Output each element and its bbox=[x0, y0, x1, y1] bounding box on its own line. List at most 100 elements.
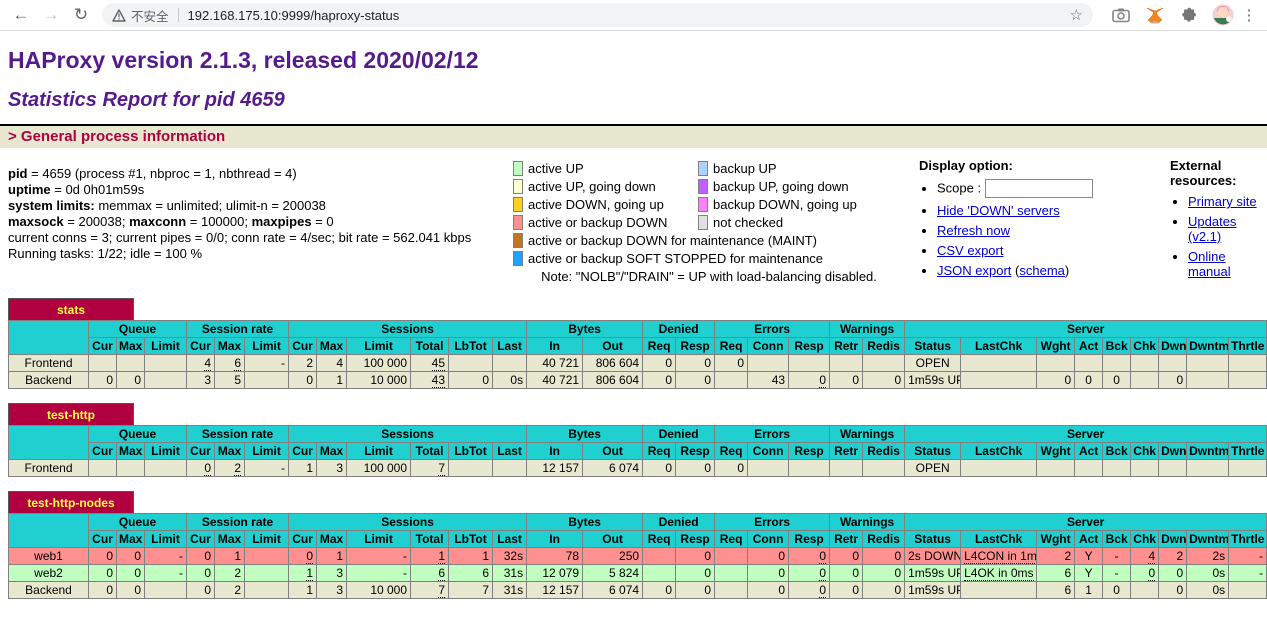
column-header: Act bbox=[1075, 338, 1103, 355]
address-bar[interactable]: 不安全 192.168.175.10:9999/haproxy-status ☆ bbox=[102, 3, 1093, 27]
cell bbox=[245, 565, 289, 582]
column-header: Act bbox=[1075, 531, 1103, 548]
cell bbox=[748, 460, 789, 477]
cell: 1 bbox=[289, 582, 317, 599]
column-header: Out bbox=[583, 443, 643, 460]
scope-label: Scope : bbox=[937, 181, 985, 196]
refresh-icon[interactable]: ↻ bbox=[68, 2, 94, 28]
cell: 0 bbox=[89, 548, 117, 565]
column-header: Wght bbox=[1037, 443, 1075, 460]
proxy-section-test-http: test-httpQueueSession rateSessionsBytesD… bbox=[8, 403, 1259, 477]
column-header: Status bbox=[905, 531, 961, 548]
bookmark-star-icon[interactable]: ☆ bbox=[1070, 6, 1083, 24]
column-header: Conn bbox=[748, 338, 789, 355]
column-header: Max bbox=[215, 338, 245, 355]
column-header: Last bbox=[493, 443, 527, 460]
column-header: Cur bbox=[187, 443, 215, 460]
json-schema-link[interactable]: schema bbox=[1019, 263, 1065, 278]
legend-label: backup UP bbox=[711, 161, 905, 176]
json-export-link[interactable]: JSON export bbox=[937, 263, 1011, 278]
column-header: Redis bbox=[863, 531, 905, 548]
cell: OPEN bbox=[905, 355, 961, 372]
general-info-row: pid = 4659 (process #1, nbproc = 1, nbth… bbox=[8, 154, 1259, 284]
external-resource-link[interactable]: Online manual bbox=[1188, 249, 1231, 279]
extensions-icon[interactable] bbox=[1177, 3, 1201, 27]
cell: 0 bbox=[449, 372, 493, 389]
column-group-header: Queue bbox=[89, 426, 187, 443]
cell: 6 074 bbox=[583, 460, 643, 477]
cell: 4 bbox=[1131, 548, 1159, 565]
column-header: Retr bbox=[830, 531, 863, 548]
column-header: Conn bbox=[748, 443, 789, 460]
column-header: Resp bbox=[676, 443, 715, 460]
cell: 0 bbox=[1159, 582, 1187, 599]
cell bbox=[449, 460, 493, 477]
column-header: Req bbox=[643, 338, 676, 355]
avatar[interactable] bbox=[1211, 3, 1235, 27]
proxy-section-stats: statsQueueSession rateSessionsBytesDenie… bbox=[8, 298, 1259, 389]
proxy-section-test-http-nodes: test-http-nodesQueueSession rateSessions… bbox=[8, 491, 1259, 599]
cell: 0 bbox=[117, 582, 145, 599]
display-option-link[interactable]: CSV export bbox=[937, 243, 1003, 258]
cell bbox=[1037, 355, 1075, 372]
column-header: Cur bbox=[89, 531, 117, 548]
metamask-icon[interactable] bbox=[1143, 3, 1167, 27]
stat-value: 7 bbox=[438, 583, 445, 598]
legend-swatch-icon bbox=[513, 179, 523, 194]
process-info-line: uptime = 0d 0h01m59s bbox=[8, 182, 513, 198]
column-header: Resp bbox=[789, 338, 830, 355]
legend-label: not checked bbox=[711, 215, 905, 230]
cell: 1 bbox=[289, 460, 317, 477]
cell bbox=[1131, 460, 1159, 477]
column-header: Limit bbox=[245, 338, 289, 355]
column-header: Resp bbox=[676, 338, 715, 355]
cell: 0 bbox=[1037, 372, 1075, 389]
cell: 1 bbox=[449, 548, 493, 565]
proxy-name-link[interactable]: test-http-nodes bbox=[27, 496, 114, 510]
process-info-line: Running tasks: 1/22; idle = 100 % bbox=[8, 246, 513, 262]
back-icon[interactable]: ← bbox=[8, 2, 34, 28]
stat-value: 4 bbox=[204, 356, 211, 371]
proxy-name-link[interactable]: stats bbox=[57, 303, 85, 317]
cell: 0 bbox=[830, 565, 863, 582]
column-header: In bbox=[527, 531, 583, 548]
legend-row: active UP, going downbackup UP, going do… bbox=[513, 177, 905, 195]
cell: 5 824 bbox=[583, 565, 643, 582]
column-header: Dwn bbox=[1159, 338, 1187, 355]
column-header: Bck bbox=[1103, 338, 1131, 355]
cell: 0 bbox=[676, 372, 715, 389]
display-option-link[interactable]: Refresh now bbox=[937, 223, 1010, 238]
column-header: Last bbox=[493, 338, 527, 355]
display-option-link[interactable]: Hide 'DOWN' servers bbox=[937, 203, 1060, 218]
cell bbox=[1229, 355, 1267, 372]
column-group-header: Warnings bbox=[830, 514, 905, 531]
display-options-title: Display option: bbox=[905, 154, 1130, 173]
cell: 2 bbox=[1159, 548, 1187, 565]
external-resource-link[interactable]: Primary site bbox=[1188, 194, 1257, 209]
column-header: Thrtle bbox=[1229, 443, 1267, 460]
proxy-name-link[interactable]: test-http bbox=[47, 408, 95, 422]
menu-icon[interactable]: ⋮ bbox=[1239, 6, 1259, 24]
cell: 6 bbox=[1037, 565, 1075, 582]
column-header: Dwntme bbox=[1187, 338, 1229, 355]
cell bbox=[1159, 355, 1187, 372]
cell: 0 bbox=[748, 548, 789, 565]
cell: 0 bbox=[789, 548, 830, 565]
column-group-header: Denied bbox=[643, 321, 715, 338]
cell bbox=[1103, 355, 1131, 372]
cell: 0 bbox=[863, 565, 905, 582]
cell: 6 074 bbox=[583, 582, 643, 599]
forward-icon[interactable]: → bbox=[38, 2, 64, 28]
process-info-line: system limits: memmax = unlimited; ulimi… bbox=[8, 198, 513, 214]
security-label[interactable]: 不安全 bbox=[131, 6, 169, 25]
legend-row: active DOWN, going upbackup DOWN, going … bbox=[513, 195, 905, 213]
cell bbox=[117, 460, 145, 477]
column-header: LastChk bbox=[961, 531, 1037, 548]
scope-input[interactable] bbox=[985, 179, 1093, 198]
url-text[interactable]: 192.168.175.10:9999/haproxy-status bbox=[188, 8, 1062, 23]
column-header: Chk bbox=[1131, 531, 1159, 548]
column-header: Bck bbox=[1103, 531, 1131, 548]
camera-icon[interactable] bbox=[1109, 3, 1133, 27]
external-resource-link[interactable]: Updates (v2.1) bbox=[1188, 214, 1236, 244]
cell: - bbox=[1103, 548, 1131, 565]
